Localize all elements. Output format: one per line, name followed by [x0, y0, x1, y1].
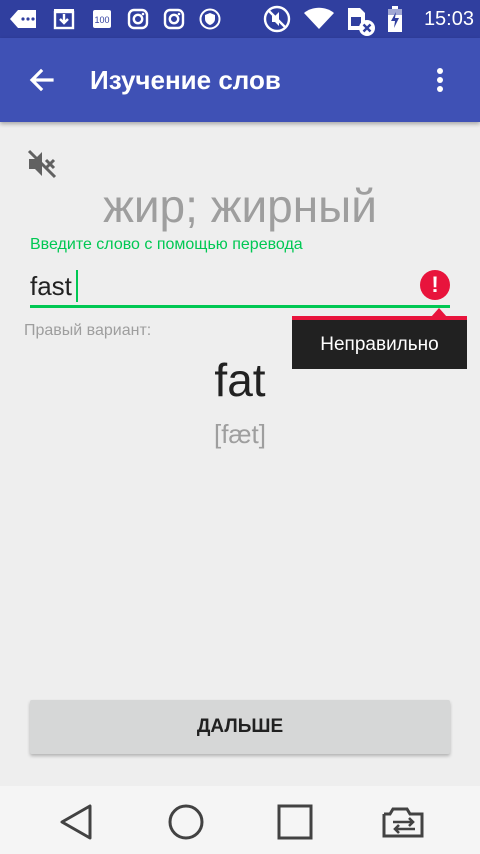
back-button[interactable]	[22, 60, 62, 100]
more-vert-icon	[437, 68, 443, 92]
storage-100-label: 100	[94, 15, 109, 25]
page-title: Изучение слов	[90, 65, 281, 95]
text-caret	[76, 270, 78, 302]
nav-back-button[interactable]	[54, 800, 98, 844]
status-time: 15:03	[423, 8, 474, 30]
no-sim-icon	[346, 6, 376, 36]
battery-charging-icon	[386, 6, 404, 32]
navigation-bar	[0, 786, 480, 854]
arrow-back-icon	[29, 68, 54, 92]
nav-home-button[interactable]	[164, 800, 208, 844]
back-triangle-icon	[60, 804, 92, 840]
error-icon[interactable]: !	[420, 270, 450, 300]
input-underline	[30, 305, 450, 308]
transcription: [fæt]	[213, 419, 266, 449]
nav-recents-button[interactable]	[273, 800, 317, 844]
correct-answer: fat	[214, 354, 266, 406]
download-notification-icon	[52, 8, 76, 30]
shield-icon	[198, 8, 222, 30]
translation-input[interactable]	[30, 266, 410, 306]
toolbar: Изучение слов	[0, 38, 480, 122]
wifi-icon	[302, 7, 336, 30]
switch-sim-icon	[382, 807, 424, 838]
study-word: жир; жирный	[103, 180, 377, 232]
home-circle-icon	[168, 804, 204, 840]
next-button[interactable]: ДАЛЬШЕ	[30, 700, 450, 754]
recents-square-icon	[277, 804, 313, 840]
input-hint-label: Введите слово с помощью перевода	[30, 236, 303, 253]
status-bar: 100 15:03	[0, 0, 480, 38]
mute-icon	[262, 5, 292, 33]
overflow-menu-button[interactable]	[420, 60, 460, 100]
back-arrow-notification-icon	[8, 8, 38, 30]
nav-switch-sim-button[interactable]	[380, 800, 424, 844]
instagram-icon	[126, 8, 150, 30]
instagram-icon	[162, 8, 186, 30]
storage-100-icon: 100	[90, 8, 114, 30]
correct-answer-label: Правый вариант:	[24, 322, 152, 339]
